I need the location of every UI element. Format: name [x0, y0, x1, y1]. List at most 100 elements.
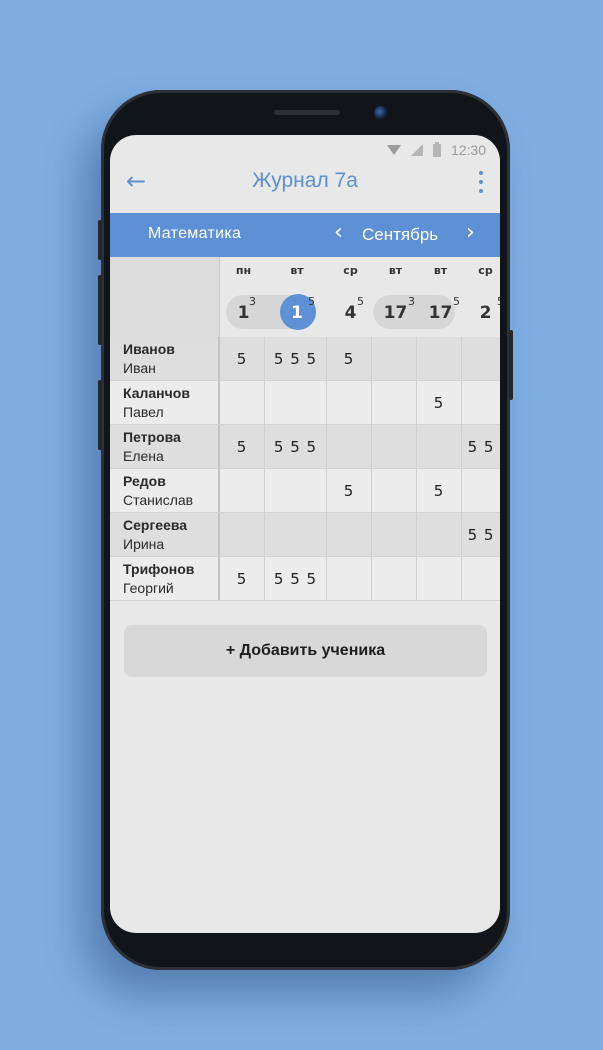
chevron-left-icon[interactable]: ‹	[334, 221, 343, 245]
grade-cell[interactable]: 5 5 5	[265, 557, 327, 600]
weekday-label: вт	[433, 264, 448, 277]
grade-cell[interactable]: 5	[417, 469, 462, 512]
grade-cell[interactable]	[417, 513, 462, 556]
date-column-header[interactable]: 1 3	[221, 289, 266, 331]
table-row: Трифонов Георгий 5 5 5 5	[110, 557, 500, 601]
app-bar: ← Журнал 7а	[110, 163, 500, 203]
lesson-count: 3	[249, 295, 256, 308]
grade-cell[interactable]	[372, 337, 417, 380]
month-label[interactable]: Сентябрь	[362, 225, 438, 245]
grade-cell[interactable]	[462, 557, 500, 600]
table-row: Иванов Иван 5 5 5 5 5	[110, 337, 500, 381]
grade-cell[interactable]	[462, 337, 500, 380]
student-firstname: Елена	[123, 448, 164, 464]
grade-cell[interactable]	[372, 513, 417, 556]
student-name-cell[interactable]: Трифонов Георгий	[110, 557, 220, 600]
student-surname: Каланчов	[123, 385, 190, 401]
student-surname: Редов	[123, 473, 166, 489]
student-name-cell[interactable]: Сергеева Ирина	[110, 513, 220, 556]
grade-cell[interactable]	[327, 425, 372, 468]
grade-cell[interactable]	[372, 469, 417, 512]
table-row: Сергеева Ирина 5 5	[110, 513, 500, 557]
grade-cell[interactable]	[462, 469, 500, 512]
grade-cell[interactable]: 5 5 5	[265, 425, 327, 468]
grade-cell[interactable]	[327, 513, 372, 556]
date-number: 4	[344, 303, 357, 323]
front-camera	[374, 106, 388, 120]
grade-cell[interactable]	[417, 557, 462, 600]
grade-cell[interactable]: 5	[220, 557, 265, 600]
grade-cell[interactable]	[462, 381, 500, 424]
grade-cell[interactable]: 5	[417, 381, 462, 424]
grade-cell[interactable]: 5	[220, 425, 265, 468]
page-title: Журнал 7а	[252, 169, 358, 192]
grade-cell[interactable]	[265, 381, 327, 424]
bixby-button	[98, 380, 102, 450]
grade-cell[interactable]	[417, 337, 462, 380]
lesson-count: 3	[408, 295, 415, 308]
grade-cell[interactable]	[220, 469, 265, 512]
weekday-label: ср	[478, 264, 493, 277]
student-firstname: Георгий	[123, 580, 174, 596]
grade-cell[interactable]: 5	[327, 337, 372, 380]
add-student-button[interactable]: + Добавить ученика	[124, 625, 487, 677]
student-name-cell[interactable]: Иванов Иван	[110, 337, 220, 380]
screen: 12:30 ← Журнал 7а Математика ‹ Сентябрь …	[110, 135, 500, 933]
weekday-label: вт	[388, 264, 403, 277]
subject-selector[interactable]: Математика	[148, 225, 241, 243]
grade-cell[interactable]	[372, 381, 417, 424]
date-column-header[interactable]: 4 5	[328, 289, 373, 331]
student-surname: Иванов	[123, 341, 175, 357]
grade-cell[interactable]	[372, 425, 417, 468]
date-number: 1	[291, 303, 303, 323]
date-column-header[interactable]: 17 5	[418, 289, 463, 331]
phone-frame: 12:30 ← Журнал 7а Математика ‹ Сентябрь …	[98, 90, 513, 970]
student-name-cell[interactable]: Каланчов Павел	[110, 381, 220, 424]
battery-icon	[432, 141, 441, 157]
weekday-label: вт	[290, 264, 304, 277]
grade-cell[interactable]: 5 5	[462, 513, 500, 556]
grade-cell[interactable]: 5 5	[462, 425, 500, 468]
student-surname: Сергеева	[123, 517, 188, 533]
date-column-header[interactable]: 2 5	[463, 289, 500, 331]
date-column-header[interactable]: 17 3	[373, 289, 418, 331]
weekday-label: пн	[235, 264, 252, 277]
student-surname: Трифонов	[123, 561, 195, 577]
student-rows: Иванов Иван 5 5 5 5 5 Каланчов Павел 5 П…	[110, 337, 500, 601]
grade-cell[interactable]: 5 5 5	[265, 337, 327, 380]
date-header-row: 1 3 1 5 4 5 17 3 17 5 2	[221, 289, 500, 331]
date-column-header[interactable]: 1 5	[266, 289, 328, 331]
grade-cell[interactable]	[327, 381, 372, 424]
student-name-cell[interactable]: Редов Станислав	[110, 469, 220, 512]
grade-cell[interactable]: 5	[327, 469, 372, 512]
student-firstname: Иван	[123, 360, 156, 376]
student-firstname: Ирина	[123, 536, 165, 552]
chevron-right-icon[interactable]: ›	[466, 221, 475, 245]
grade-cell[interactable]	[327, 557, 372, 600]
grade-cell[interactable]	[220, 381, 265, 424]
more-vert-icon[interactable]	[478, 171, 484, 193]
table-row: Каланчов Павел 5	[110, 381, 500, 425]
grade-cell[interactable]	[265, 513, 327, 556]
student-name-cell[interactable]: Петрова Елена	[110, 425, 220, 468]
date-number: 1	[237, 303, 250, 323]
volume-down-button	[98, 275, 102, 345]
table-corner	[110, 257, 220, 337]
lesson-count: 5	[357, 295, 364, 308]
signal-icon	[410, 144, 423, 156]
status-bar: 12:30	[386, 139, 486, 161]
grade-cell[interactable]	[372, 557, 417, 600]
grade-cell[interactable]	[220, 513, 265, 556]
student-surname: Петрова	[123, 429, 181, 445]
grade-cell[interactable]	[265, 469, 327, 512]
weekday-header-row: пн вт ср вт вт ср	[221, 257, 500, 283]
status-time: 12:30	[450, 142, 486, 158]
grade-cell[interactable]: 5	[220, 337, 265, 380]
date-number: 2	[479, 303, 492, 323]
subject-bar: Математика ‹ Сентябрь ›	[110, 213, 500, 257]
volume-up-button	[98, 220, 102, 260]
wifi-icon	[386, 145, 401, 155]
student-firstname: Павел	[123, 404, 164, 420]
student-firstname: Станислав	[123, 492, 194, 508]
grade-cell[interactable]	[417, 425, 462, 468]
